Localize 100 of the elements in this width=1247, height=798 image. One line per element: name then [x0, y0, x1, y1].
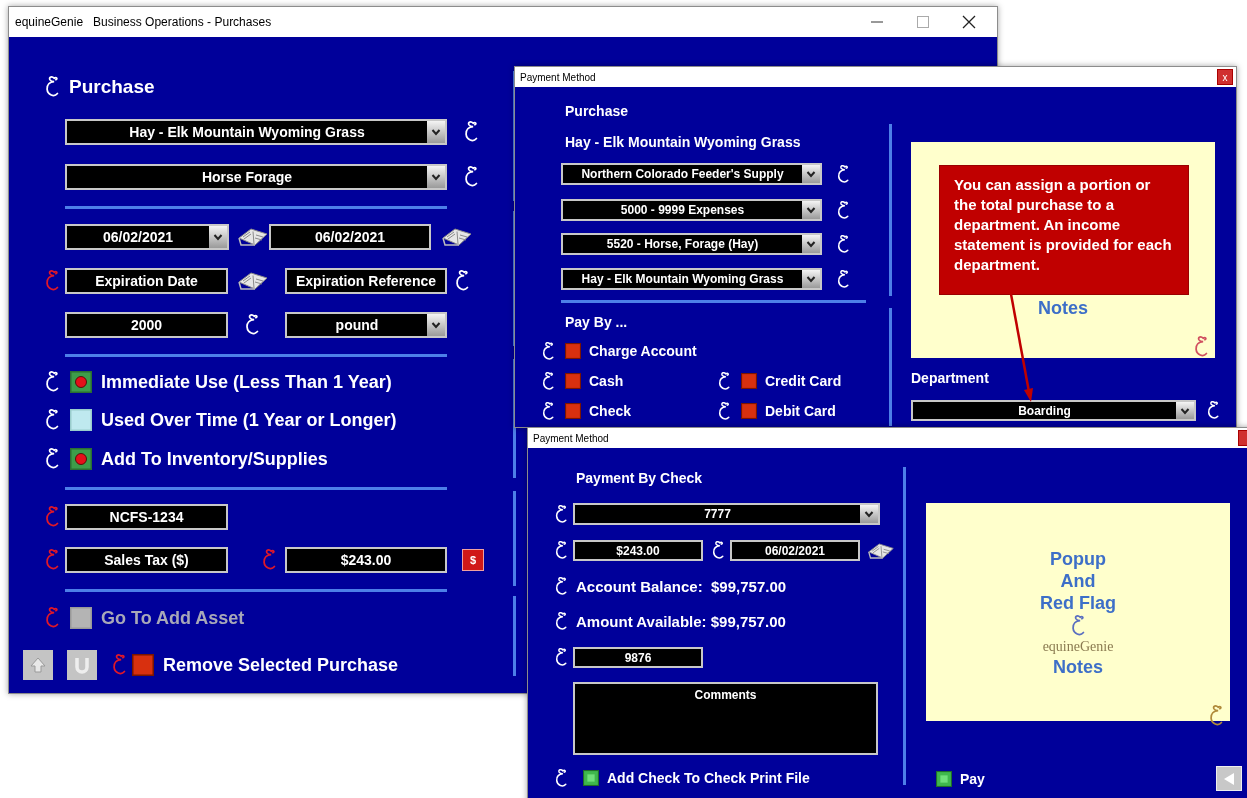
calendar-book-icon[interactable]: [237, 270, 269, 292]
checkbox[interactable]: [565, 403, 581, 419]
calendar-book-icon[interactable]: [441, 226, 473, 248]
currency-button[interactable]: $: [462, 549, 484, 571]
dropdown[interactable]: Hay - Elk Mountain Wyoming Grass: [561, 268, 822, 290]
option-label[interactable]: Used Over Time (1 Year or Longer): [101, 409, 397, 431]
genie-icon[interactable]: [463, 120, 479, 144]
dropdown[interactable]: 5520 - Horse, Forage (Hay): [561, 233, 822, 255]
genie-icon[interactable]: [454, 269, 470, 293]
checkbox[interactable]: [70, 371, 92, 393]
genie-icon[interactable]: [44, 447, 60, 471]
account-balance: Account Balance: $99,757.00: [576, 577, 787, 595]
notes-title: And: [1060, 570, 1096, 592]
genie-icon[interactable]: [44, 408, 60, 432]
genie-icon[interactable]: [836, 163, 850, 185]
amount-available: Amount Available: $99,757.00: [576, 612, 786, 630]
item-name: Hay - Elk Mountain Wyoming Grass: [565, 134, 802, 150]
chevron-down-icon: [864, 510, 874, 518]
text-field[interactable]: Expiration Date: [65, 268, 228, 294]
close-icon[interactable]: [961, 14, 977, 30]
checkbox[interactable]: [936, 770, 952, 787]
section-title: Pay By ...: [565, 314, 629, 330]
section-title: Purchase: [69, 76, 155, 98]
text-field[interactable]: 9876: [573, 647, 703, 668]
genie-icon[interactable]: [717, 370, 731, 392]
genie-icon[interactable]: [554, 503, 568, 525]
chevron-down-icon: [1180, 406, 1190, 415]
checkbox[interactable]: [583, 770, 599, 786]
genie-icon[interactable]: [1206, 400, 1220, 421]
genie-icon: [1193, 335, 1209, 359]
close-button[interactable]: x: [1217, 69, 1233, 85]
genie-icon[interactable]: [554, 540, 568, 561]
genie-icon[interactable]: [836, 268, 850, 290]
genie-icon[interactable]: [44, 370, 60, 394]
genie-icon[interactable]: [717, 400, 731, 422]
notes-title: Notes: [1053, 656, 1103, 678]
comments-field[interactable]: Comments: [573, 682, 878, 755]
field-label: Department: [911, 370, 990, 386]
notes-title: Notes: [1038, 297, 1088, 319]
option-label[interactable]: Remove Selected Purchase: [163, 654, 399, 676]
genie-icon[interactable]: [554, 575, 568, 597]
genie-icon[interactable]: [554, 610, 568, 632]
section-title: Purchase: [565, 103, 630, 119]
dropdown[interactable]: 7777: [573, 503, 880, 525]
chevron-down-icon: [806, 170, 816, 178]
genie-icon[interactable]: [44, 75, 60, 99]
text-field[interactable]: 06/02/2021: [730, 540, 860, 561]
genie-icon[interactable]: [836, 233, 850, 255]
checkbox[interactable]: [565, 343, 581, 359]
window-title: Payment Method: [533, 432, 610, 444]
genie-icon[interactable]: [711, 540, 725, 561]
checkbox[interactable]: [132, 654, 154, 676]
dropdown[interactable]: 5000 - 9999 Expenses: [561, 199, 822, 221]
genie-icon[interactable]: [541, 370, 555, 392]
chevron-down-icon: [806, 240, 816, 248]
option-label[interactable]: Debit Card: [765, 403, 836, 419]
dropdown[interactable]: Northern Colorado Feeder's Supply: [561, 163, 822, 185]
dropdown[interactable]: pound: [285, 312, 447, 338]
option-label[interactable]: Credit Card: [765, 373, 842, 389]
dropdown[interactable]: Hay - Elk Mountain Wyoming Grass: [65, 119, 447, 145]
dropdown[interactable]: 06/02/2021: [65, 224, 229, 250]
notes-title: Popup: [1050, 548, 1106, 570]
genie-icon[interactable]: [541, 340, 555, 362]
text-field[interactable]: Expiration Reference: [285, 268, 447, 294]
checkbox[interactable]: [565, 373, 581, 389]
genie-icon[interactable]: [554, 767, 568, 789]
dropdown[interactable]: Horse Forage: [65, 164, 447, 190]
triangle-left-icon: [1222, 771, 1236, 786]
window-title: Payment Method: [520, 71, 597, 83]
chevron-down-icon: [431, 173, 441, 181]
genie-icon[interactable]: [541, 400, 555, 422]
genie-icon: [1208, 704, 1224, 728]
text-field[interactable]: 2000: [65, 312, 228, 338]
text-field[interactable]: $243.00: [285, 547, 447, 573]
text-field[interactable]: NCFS-1234: [65, 503, 228, 530]
text-field[interactable]: Sales Tax ($): [65, 547, 228, 573]
checkbox[interactable]: [741, 373, 757, 389]
dropdown[interactable]: Boarding: [911, 400, 1196, 421]
text-field[interactable]: 06/02/2021: [269, 224, 431, 250]
option-label[interactable]: Charge Account: [589, 343, 697, 359]
genie-icon[interactable]: [244, 313, 260, 337]
checkbox[interactable]: [741, 403, 757, 419]
text-field[interactable]: $243.00: [573, 540, 703, 561]
section-title: Payment By Check: [576, 470, 704, 486]
option-label[interactable]: Add Check To Check Print File: [607, 770, 810, 786]
pay-label[interactable]: Pay: [960, 770, 985, 787]
checkbox[interactable]: [70, 448, 92, 470]
option-label[interactable]: Add To Inventory/Supplies: [101, 448, 328, 470]
genie-icon[interactable]: [463, 165, 479, 189]
u-turn-icon: [72, 655, 92, 675]
option-label[interactable]: Check: [589, 403, 632, 419]
notes-title: Red Flag: [1040, 592, 1116, 614]
chevron-down-icon: [806, 206, 816, 214]
chevron-down-icon: [213, 233, 223, 241]
genie-icon[interactable]: [836, 199, 850, 221]
calendar-book-icon[interactable]: [867, 540, 895, 561]
calendar-book-icon[interactable]: [237, 226, 269, 248]
option-label[interactable]: Immediate Use (Less Than 1 Year): [101, 371, 392, 393]
option-label[interactable]: Cash: [589, 373, 624, 389]
genie-icon[interactable]: [554, 647, 568, 668]
